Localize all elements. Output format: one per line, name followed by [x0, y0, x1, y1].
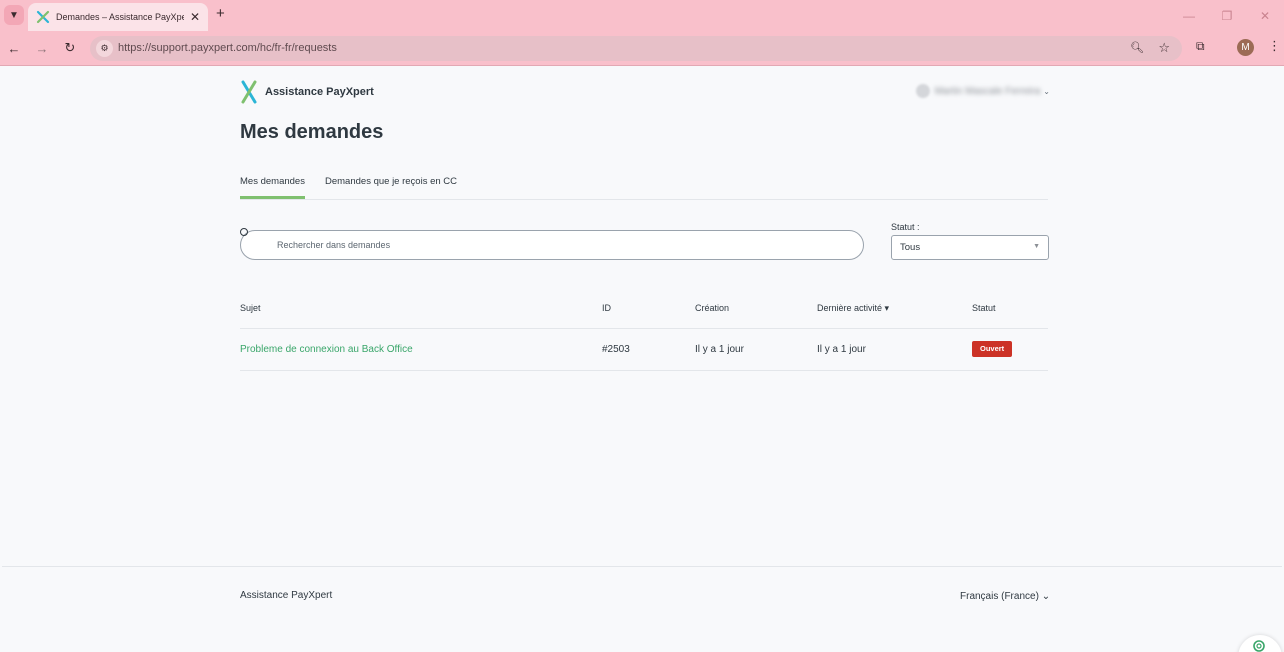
column-header-status[interactable]: Statut	[972, 303, 996, 313]
forward-arrow-icon[interactable]: →	[33, 39, 51, 57]
table-row: Probleme de connexion au Back Office #25…	[240, 329, 1048, 371]
site-info-icon[interactable]: ⚙	[96, 40, 113, 57]
request-created: Il y a 1 jour	[695, 344, 744, 355]
site-header: Assistance PayXpert Martin Mascale Ferre…	[240, 79, 1050, 105]
language-label[interactable]: Français (France)	[960, 591, 1039, 602]
status-select-value[interactable]: Tous	[900, 242, 920, 253]
column-header-subject[interactable]: Sujet	[240, 303, 261, 313]
bookmark-star-icon[interactable]: ☆	[1158, 40, 1170, 56]
zoom-icon[interactable]: 🔍︎	[1130, 41, 1144, 54]
reload-icon[interactable]: ↻	[61, 39, 79, 57]
browser-tab-title: Demandes – Assistance PayXpert	[56, 12, 184, 22]
language-selector[interactable]: Français (France) ⌄	[960, 591, 1050, 602]
browser-chrome: ▼ Demandes – Assistance PayXpert ✕ + — ❐…	[0, 0, 1284, 66]
payxpert-favicon-icon	[36, 10, 50, 24]
status-select[interactable]: Tous ▼	[891, 235, 1049, 260]
request-id: #2503	[602, 344, 630, 355]
browser-tab-active[interactable]: Demandes – Assistance PayXpert ✕	[28, 3, 208, 31]
new-tab-button[interactable]: +	[216, 5, 225, 22]
table-header: Sujet ID Création Dernière activité ▾ St…	[240, 291, 1048, 329]
browser-menu-icon[interactable]: ⋮	[1268, 38, 1281, 54]
tab-cc-requests[interactable]: Demandes que je reçois en CC	[325, 176, 457, 196]
user-name[interactable]: Martin Mascale Ferreira	[935, 86, 1041, 97]
support-lifebuoy-icon	[1253, 640, 1265, 652]
search-input[interactable]	[240, 230, 864, 260]
minimize-icon[interactable]: —	[1170, 0, 1208, 31]
status-badge: Ouvert	[972, 341, 1013, 357]
footer-brand-link[interactable]: Assistance PayXpert	[240, 590, 332, 601]
request-last-activity: Il y a 1 jour	[817, 344, 866, 355]
brand-link[interactable]: Assistance PayXpert	[240, 79, 374, 105]
request-subject-link[interactable]: Probleme de connexion au Back Office	[240, 344, 413, 355]
extensions-puzzle-icon[interactable]: ⧉	[1196, 39, 1212, 55]
window-close-icon[interactable]: ✕	[1246, 0, 1284, 31]
status-filter: Statut : Tous ▼	[891, 222, 1049, 260]
site-footer: Assistance PayXpert Français (France) ⌄	[2, 566, 1282, 652]
column-header-last-activity[interactable]: Dernière activité ▾	[817, 303, 889, 314]
payxpert-logo-icon	[241, 80, 257, 104]
user-menu[interactable]: Martin Mascale Ferreira ⌄	[915, 84, 1050, 98]
tab-my-requests[interactable]: Mes demandes	[240, 176, 305, 199]
browser-toolbar: ← → ↻ ⚙ https://support.payxpert.com/hc/…	[0, 31, 1284, 66]
back-arrow-icon[interactable]: ←	[5, 39, 23, 57]
brand-name[interactable]: Assistance PayXpert	[265, 86, 374, 98]
chevron-down-icon[interactable]: ⌄	[1042, 591, 1050, 602]
search-icon	[240, 228, 248, 236]
column-header-id[interactable]: ID	[602, 303, 611, 313]
search-container	[240, 228, 864, 260]
profile-avatar[interactable]: M	[1237, 39, 1254, 56]
requests-table: Sujet ID Création Dernière activité ▾ St…	[240, 291, 1048, 371]
column-header-created[interactable]: Création	[695, 303, 729, 313]
help-center-page: Assistance PayXpert Martin Mascale Ferre…	[2, 67, 1282, 652]
address-bar[interactable]: ⚙ https://support.payxpert.com/hc/fr-fr/…	[90, 36, 1182, 61]
tab-search-button[interactable]: ▼	[4, 5, 24, 25]
tab-strip: ▼ Demandes – Assistance PayXpert ✕ + — ❐…	[0, 0, 1284, 31]
window-controls: — ❐ ✕	[1170, 0, 1284, 31]
chevron-down-icon[interactable]: ⌄	[1043, 87, 1050, 96]
page-title: Mes demandes	[240, 121, 384, 143]
user-avatar[interactable]	[915, 84, 930, 98]
status-filter-label: Statut :	[891, 222, 920, 232]
chevron-down-icon[interactable]: ▼	[1033, 243, 1040, 250]
requests-tabs: Mes demandes Demandes que je reçois en C…	[240, 170, 1048, 200]
close-icon[interactable]: ✕	[190, 10, 200, 24]
maximize-icon[interactable]: ❐	[1208, 0, 1246, 31]
chevron-down-icon: ▼	[9, 9, 19, 21]
url-text[interactable]: https://support.payxpert.com/hc/fr-fr/re…	[118, 42, 337, 54]
